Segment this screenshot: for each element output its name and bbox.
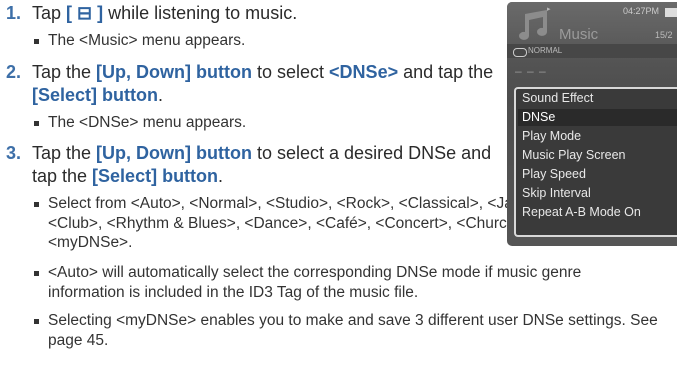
menu-item-play-speed[interactable]: Play Speed xyxy=(522,167,586,181)
track-info-placeholder: – – – xyxy=(515,64,547,78)
bullet-text: The <Music> menu appears. xyxy=(48,32,246,49)
step-text-part: while listening to music. xyxy=(103,3,298,23)
bullet-square-icon xyxy=(34,121,39,126)
menu-option: <DNSe> xyxy=(329,62,399,82)
play-indicator-icon: ▸ xyxy=(547,6,551,13)
step-3-bullet-3: Selecting <myDNSe> enables you to make a… xyxy=(34,311,674,350)
step-2-bullet: The <DNSe> menu appears. xyxy=(34,113,474,133)
step-text: Tap [ ⊟ ] while listening to music. xyxy=(32,2,297,25)
step-text-part: and tap the xyxy=(398,62,494,82)
step-number: 1. xyxy=(6,3,22,23)
button-name: [Select] button xyxy=(92,166,219,186)
step-text-part: Tap the xyxy=(32,62,97,82)
menu-key-label: [ ⊟ ] xyxy=(66,3,104,23)
menu-item-play-mode[interactable]: Play Mode xyxy=(522,129,581,143)
button-name: [Up, Down] button xyxy=(96,62,252,82)
bullet-square-icon xyxy=(34,39,39,44)
track-count: 15/2 xyxy=(655,30,673,40)
button-name: [Up, Down] button xyxy=(96,143,252,163)
button-name: [Select] button xyxy=(32,85,158,105)
step-text: Tap the [Up, Down] button to select a de… xyxy=(32,142,502,188)
menu-item-skip-interval[interactable]: Skip Interval xyxy=(522,186,591,200)
bullet-square-icon xyxy=(34,271,39,276)
device-title: Music xyxy=(559,26,599,43)
menu-item-repeat-ab[interactable]: Repeat A-B Mode On xyxy=(522,205,641,219)
music-note-icon xyxy=(519,10,547,40)
music-menu-popup: Sound Effect DNSe Play Mode Music Play S… xyxy=(514,87,677,237)
step-text-part: . xyxy=(158,85,164,105)
step-3-bullet-2: <Auto> will automatically select the cor… xyxy=(34,263,634,302)
bullet-square-icon xyxy=(34,319,39,324)
step-1-bullet: The <Music> menu appears. xyxy=(34,31,474,51)
battery-icon xyxy=(665,8,677,17)
menu-item-sound-effect[interactable]: Sound Effect xyxy=(522,91,593,105)
step-number: 3. xyxy=(6,143,22,163)
step-text-part: Tap xyxy=(32,3,67,23)
device-clock: 04:27PM xyxy=(623,6,660,16)
step-text-part: Tap the xyxy=(32,143,97,163)
bullet-text: Selecting <myDNSe> enables you to make a… xyxy=(48,312,658,349)
bullet-text: The <DNSe> menu appears. xyxy=(48,114,247,131)
bullet-text: <Auto> will automatically select the cor… xyxy=(48,264,582,301)
menu-item-music-play-screen[interactable]: Music Play Screen xyxy=(522,148,626,162)
menu-item-dnse[interactable]: DNSe xyxy=(522,110,555,124)
step-text-part: . xyxy=(218,166,224,186)
repeat-icon xyxy=(513,48,527,57)
play-mode-label: NORMAL xyxy=(528,46,563,55)
device-screen: ▸ Music 04:27PM 15/2 NORMAL – – – Sound … xyxy=(507,2,677,246)
step-text-part: to select xyxy=(252,62,330,82)
step-text: Tap the [Up, Down] button to select <DNS… xyxy=(32,61,522,107)
bullet-square-icon xyxy=(34,202,39,207)
step-number: 2. xyxy=(6,62,22,82)
